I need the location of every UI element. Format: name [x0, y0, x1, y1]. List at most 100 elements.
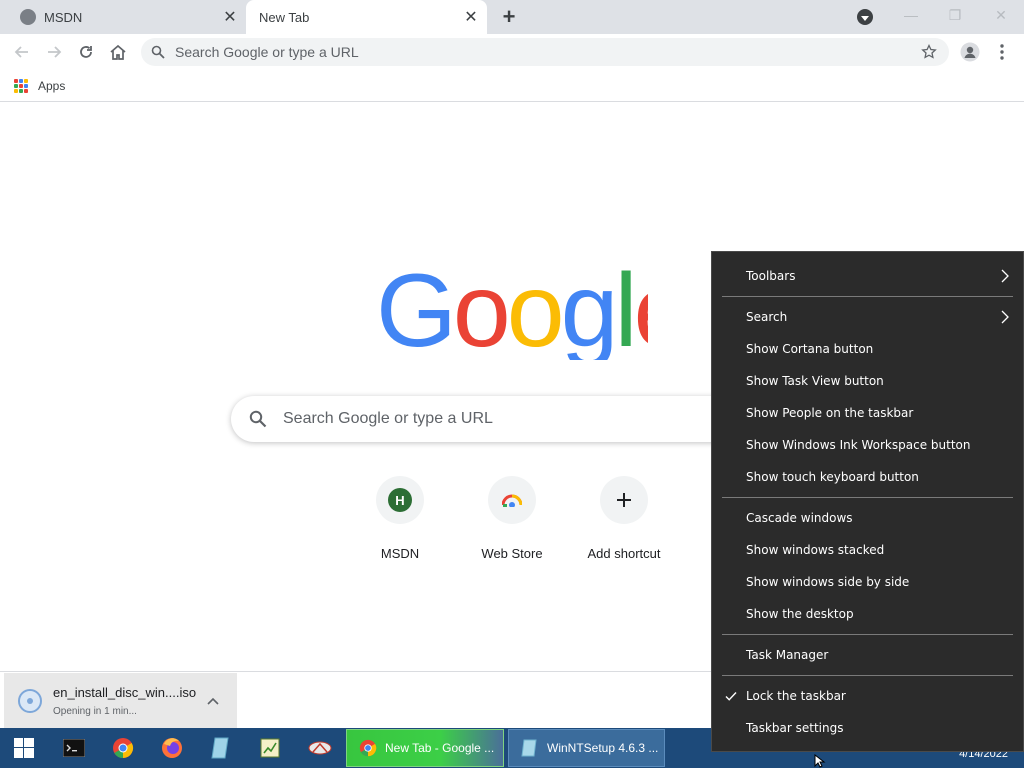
winntsetup-icon [521, 739, 537, 757]
new-tab-button[interactable]: + [497, 4, 521, 29]
close-tab-icon[interactable]: ✕ [461, 7, 481, 27]
apps-grid-icon [14, 79, 28, 93]
menu-item-people[interactable]: Show People on the taskbar [712, 397, 1023, 429]
notepad-icon [211, 737, 229, 759]
shortcut-title: Web Store [481, 546, 543, 561]
chevron-right-icon [1001, 310, 1009, 324]
taskbar-chrome[interactable] [99, 728, 147, 768]
close-tab-icon[interactable]: ✕ [220, 7, 240, 27]
shortcut-icon-container [488, 476, 536, 524]
download-filename: en_install_disc_win....iso [53, 684, 197, 700]
home-icon [110, 44, 126, 60]
menu-separator [722, 296, 1013, 297]
shortcut-title: Add shortcut [587, 546, 661, 561]
taskbar-window-label: New Tab - Google ... [385, 741, 495, 755]
download-item[interactable]: en_install_disc_win....iso Opening in 1 … [4, 673, 237, 728]
chevron-right-icon [1001, 269, 1009, 283]
address-bar[interactable] [141, 38, 949, 66]
menu-item-label: Show windows stacked [746, 543, 885, 557]
taskbar-window-chrome[interactable]: New Tab - Google ... [346, 729, 504, 767]
search-icon [249, 409, 269, 429]
tab-search-icon[interactable] [857, 9, 873, 25]
forward-button[interactable] [40, 38, 68, 66]
taskbar-window-winntsetup[interactable]: WinNTSetup 4.6.3 ... [508, 729, 665, 767]
taskbar-window-label: WinNTSetup 4.6.3 ... [547, 741, 659, 755]
menu-item-toolbars[interactable]: Toolbars [712, 260, 1023, 292]
menu-item-taskbar-settings[interactable]: Taskbar settings [712, 712, 1023, 744]
shortcut-icon-container [600, 476, 648, 524]
svg-text:Google: Google [376, 262, 648, 360]
menu-item-cascade[interactable]: Cascade windows [712, 502, 1023, 534]
menu-item-label: Show touch keyboard button [746, 470, 919, 484]
tab-msdn[interactable]: MSDN ✕ [0, 0, 246, 34]
tab-label: New Tab [259, 9, 310, 25]
windows-logo-icon [14, 738, 34, 758]
menu-item-label: Taskbar settings [746, 721, 844, 735]
apps-label: Apps [38, 79, 66, 93]
checkmark-icon [725, 692, 737, 701]
bookmarks-bar: Apps [0, 70, 1024, 102]
shortcut-add[interactable]: Add shortcut [568, 474, 680, 564]
arrow-right-icon [48, 46, 62, 58]
tab-new-tab[interactable]: New Tab ✕ [246, 0, 487, 34]
shortcut-web-store[interactable]: Web Store [456, 474, 568, 564]
menu-item-cortana[interactable]: Show Cortana button [712, 333, 1023, 365]
bookmark-star-icon[interactable] [917, 40, 941, 64]
menu-item-search[interactable]: Search [712, 301, 1023, 333]
start-button[interactable] [0, 728, 48, 768]
menu-item-label: Show windows side by side [746, 575, 910, 589]
terminal-icon [63, 739, 85, 757]
menu-item-task-view[interactable]: Show Task View button [712, 365, 1023, 397]
tool-icon [308, 741, 332, 755]
menu-button[interactable] [988, 38, 1016, 66]
menu-item-label: Cascade windows [746, 511, 853, 525]
menu-item-touch-keyboard[interactable]: Show touch keyboard button [712, 461, 1023, 493]
shortcut-icon-container: H [376, 476, 424, 524]
taskbar-app-tool[interactable] [296, 728, 344, 768]
letter-badge-icon: H [388, 488, 412, 512]
shortcut-title: MSDN [380, 546, 420, 561]
taskbar-context-menu: Toolbars Search Show Cortana button Show… [711, 251, 1024, 752]
menu-item-stacked[interactable]: Show windows stacked [712, 534, 1023, 566]
arrow-left-icon [14, 46, 28, 58]
apps-shortcut[interactable]: Apps [14, 76, 65, 96]
restore-icon[interactable]: ❐ [932, 0, 978, 30]
avatar-icon [960, 42, 980, 62]
menu-item-label: Search [746, 310, 788, 324]
shortcut-msdn[interactable]: H MSDN [344, 474, 456, 564]
menu-item-side-by-side[interactable]: Show windows side by side [712, 566, 1023, 598]
taskbar-firefox[interactable] [148, 728, 196, 768]
address-input[interactable] [175, 44, 917, 60]
close-window-icon[interactable]: ✕ [978, 0, 1024, 30]
menu-separator [722, 497, 1013, 498]
taskbar-cmd[interactable] [50, 728, 98, 768]
back-button[interactable] [8, 38, 36, 66]
menu-item-lock-taskbar[interactable]: Lock the taskbar [712, 680, 1023, 712]
chevron-up-icon[interactable] [201, 689, 225, 713]
globe-icon [20, 9, 36, 25]
firefox-icon [162, 738, 182, 758]
reload-button[interactable] [72, 38, 100, 66]
minimize-icon[interactable]: — [888, 0, 934, 30]
chrome-icon [359, 739, 377, 757]
menu-item-task-manager[interactable]: Task Manager [712, 639, 1023, 671]
plus-icon [617, 493, 631, 507]
mouse-cursor-icon [814, 754, 826, 768]
tab-strip: MSDN ✕ New Tab ✕ + — ❐ ✕ [0, 0, 1024, 34]
chrome-icon [113, 738, 134, 759]
profile-button[interactable] [956, 38, 984, 66]
ntp-search-box[interactable] [231, 396, 791, 442]
disc-image-icon [18, 688, 42, 713]
more-vert-icon [1000, 44, 1004, 60]
taskbar-app-blue[interactable] [197, 728, 245, 768]
menu-item-label: Lock the taskbar [746, 689, 846, 703]
menu-separator [722, 675, 1013, 676]
menu-item-ink-workspace[interactable]: Show Windows Ink Workspace button [712, 429, 1023, 461]
menu-item-label: Show People on the taskbar [746, 406, 914, 420]
search-icon [151, 44, 167, 60]
taskbar-app-chart[interactable] [246, 728, 294, 768]
home-button[interactable] [104, 38, 132, 66]
spreadsheet-icon [260, 738, 280, 758]
menu-item-label: Show the desktop [746, 607, 854, 621]
menu-item-show-desktop[interactable]: Show the desktop [712, 598, 1023, 630]
